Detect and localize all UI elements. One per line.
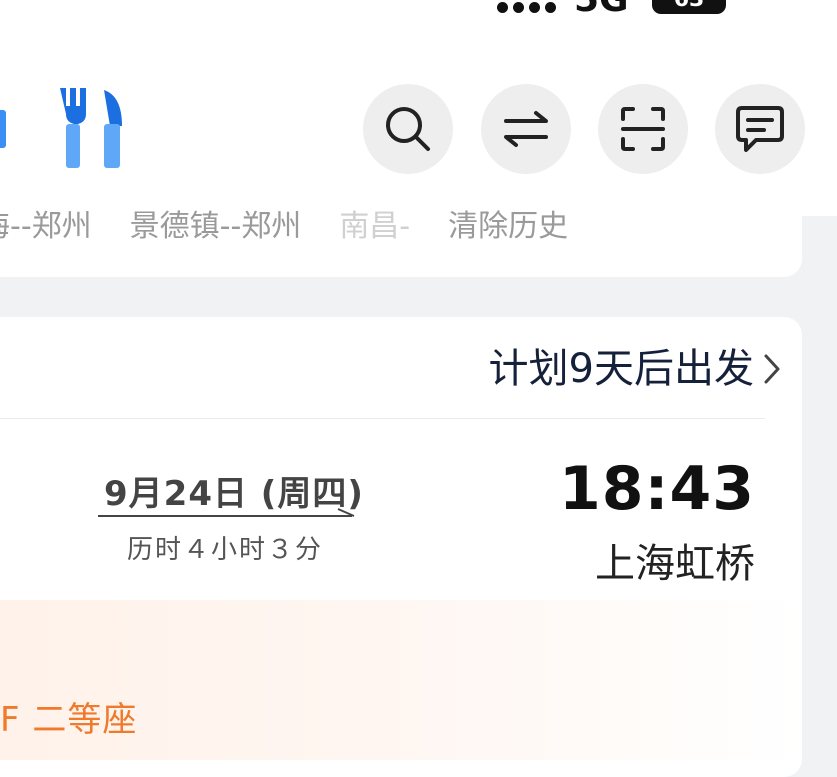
search-history-card: 上海--郑州 景德镇--郑州 南昌- 清除历史 <box>0 195 802 277</box>
chevron-right-icon <box>764 354 780 384</box>
fork-knife-icon[interactable] <box>58 88 126 174</box>
search-icon <box>386 107 430 151</box>
plan-departure-label: 计划9天后出发 <box>488 346 754 392</box>
swap-arrows-icon <box>504 111 548 147</box>
battery-indicator: 63 <box>652 0 726 14</box>
seat-class: F 二等座 <box>0 700 138 740</box>
signal-strength-icon <box>497 2 556 13</box>
swap-button[interactable] <box>481 84 571 174</box>
history-item[interactable]: 南昌- <box>339 201 410 251</box>
history-list: 上海--郑州 景德镇--郑州 南昌- 清除历史 <box>0 201 568 251</box>
seat-panel[interactable]: F 二等座 <box>0 600 802 760</box>
clear-history-button[interactable]: 清除历史 <box>448 201 568 251</box>
search-button[interactable] <box>363 84 453 174</box>
scan-button[interactable] <box>598 84 688 174</box>
trip-card[interactable]: 计划9天后出发 9月24日 (周四) 历时４小时３分 18:43 上海虹桥 F … <box>0 317 802 777</box>
route-arrow-icon <box>98 508 355 517</box>
bag-icon[interactable] <box>0 88 8 172</box>
history-item[interactable]: 上海--郑州 <box>0 201 92 251</box>
plan-departure-link[interactable]: 计划9天后出发 <box>489 343 782 395</box>
arrival-station: 上海虹桥 <box>595 541 755 587</box>
divider <box>0 418 765 419</box>
arrival-time: 18:43 <box>559 454 755 524</box>
network-type: 5G <box>574 0 629 18</box>
trip-duration: 历时４小时３分 <box>127 535 324 565</box>
messages-button[interactable] <box>715 84 805 174</box>
history-item[interactable]: 景德镇--郑州 <box>130 201 302 251</box>
message-icon <box>736 106 784 152</box>
status-bar: 5G 63 <box>0 0 837 70</box>
scan-icon <box>621 107 665 151</box>
